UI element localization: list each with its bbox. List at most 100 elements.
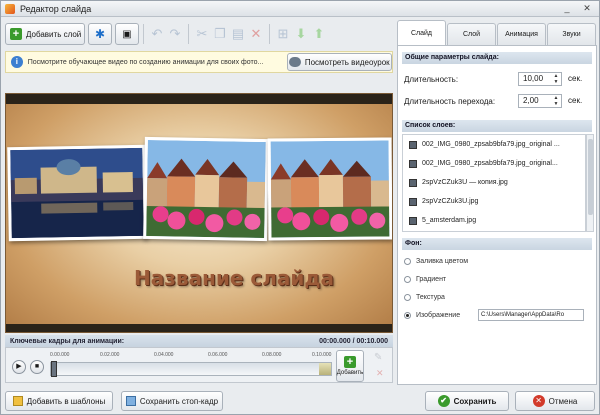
ruler-tick: 0.04.000 [154, 352, 174, 358]
spin-arrows-icon[interactable]: ▲ ▼ [552, 73, 560, 85]
properties-tabs: Слайд Слой Анимация Звуки [397, 19, 597, 45]
paste-icon[interactable]: ▤ [229, 24, 247, 44]
background-header: Фон: [402, 238, 592, 250]
copy-icon[interactable]: ❐ [211, 24, 229, 44]
transition-value: 2,00 [523, 96, 539, 105]
duration-unit: сек. [568, 74, 583, 83]
bg-option-gradient[interactable]: Градиент [404, 272, 590, 286]
undo-icon[interactable]: ↶ [148, 24, 166, 44]
radio-button-selected[interactable] [404, 311, 411, 319]
effects-button[interactable]: ✱ [88, 23, 112, 45]
timeline-ruler: 0.00.000 0.02.000 0.04.000 0.06.000 0.08… [50, 352, 332, 360]
bg-option-texture[interactable]: Текстура [404, 290, 590, 304]
image-layer-icon [409, 178, 417, 187]
layer-name: 5_amsterdam.jpg [422, 217, 477, 224]
list-item[interactable]: 2spVzCZuk3U — копия.jpg [403, 173, 585, 192]
delete-keyframe-icon[interactable]: ✕ [376, 368, 384, 379]
add-to-templates-button[interactable]: Добавить в шаблоны [5, 391, 113, 411]
bottom-bar: Добавить в шаблоны Сохранить стоп-кадр ✔… [1, 387, 599, 415]
tutorial-info-bar: i Посмотрите обучающее видео по созданию… [5, 51, 393, 73]
edit-keyframe-icon[interactable]: ✎ [374, 352, 382, 363]
background-image-path[interactable]: C:\Users\Manager\AppData\Ro [478, 309, 584, 321]
photo-dresden[interactable] [7, 144, 147, 242]
save-frame-button[interactable]: Сохранить стоп-кадр [121, 391, 223, 411]
radio-button[interactable] [404, 275, 411, 283]
keyframe-end-marker[interactable] [319, 363, 331, 375]
minimize-icon[interactable]: _ [559, 3, 575, 15]
add-keyframe-label: Добавить [336, 370, 364, 376]
close-icon[interactable]: ✕ [579, 3, 595, 15]
tab-sounds[interactable]: Звуки [547, 23, 596, 45]
window-title: Редактор слайда [20, 3, 92, 14]
list-item[interactable]: 002_IMG_0980_zpsab9bfa79.jpg_original... [403, 154, 585, 173]
dresden-image [10, 147, 144, 239]
delete-icon[interactable]: ✕ [247, 24, 265, 44]
media-button[interactable]: ▣ [115, 23, 139, 45]
canal-houses-copy-image [270, 140, 390, 238]
cancel-icon: ✕ [532, 395, 545, 407]
bg-option-color[interactable]: Заливка цветом [404, 254, 590, 268]
redo-icon[interactable]: ↷ [166, 24, 184, 44]
image-layer-icon [409, 197, 417, 206]
layer-name: 002_IMG_0980_zpsab9bfa79.jpg_original ..… [422, 141, 560, 148]
save-button[interactable]: ✔ Сохранить [425, 391, 509, 411]
template-icon [12, 396, 23, 406]
list-item[interactable]: 5_amsterdam.jpg [403, 211, 585, 230]
photo-canal-houses-copy[interactable] [267, 137, 392, 241]
duration-spinner[interactable]: 10,00 ▲ ▼ [518, 72, 562, 86]
ruler-tick: 0.00.000 [50, 352, 70, 358]
app-icon [5, 3, 15, 14]
toolbar-divider [269, 24, 270, 44]
keyframe-track[interactable] [50, 361, 332, 377]
watch-video-label: Посмотреть видеоурок [304, 57, 390, 67]
bg-option-label: Заливка цветом [416, 257, 469, 265]
move-up-icon[interactable]: ⬆ [310, 24, 328, 44]
canal-houses-image [146, 139, 266, 239]
layers-scrollbar[interactable] [586, 134, 594, 232]
move-down-icon[interactable]: ⬇ [292, 24, 310, 44]
tab-slide[interactable]: Слайд [397, 20, 446, 45]
bg-option-label: Градиент [416, 275, 447, 283]
checkmark-icon: ✔ [437, 395, 450, 407]
add-green-icon: + [10, 28, 22, 40]
align-icon[interactable]: ⊞ [274, 24, 292, 44]
spin-arrows-icon[interactable]: ▲ ▼ [552, 95, 560, 107]
radio-button[interactable] [404, 293, 411, 301]
scrollbar-thumb[interactable] [588, 139, 593, 215]
list-item[interactable]: 2spVzCZuk3U.jpg [403, 192, 585, 211]
cancel-label: Отмена [548, 396, 578, 406]
transition-unit: сек. [568, 96, 583, 105]
stop-button[interactable]: ■ [30, 360, 44, 374]
camera-icon: ▣ [122, 28, 132, 40]
radio-button[interactable] [404, 257, 411, 265]
ruler-tick: 0.10.000 [312, 352, 332, 358]
playhead-marker[interactable] [51, 361, 57, 377]
layer-name: 2spVzCZuk3U — копия.jpg [422, 179, 508, 186]
layer-name: 002_IMG_0980_zpsab9bfa79.jpg_original... [422, 160, 558, 167]
layers-header: Список слоев: [402, 120, 592, 132]
image-icon [125, 396, 136, 406]
layer-name: 2spVzCZuk3U.jpg [422, 198, 479, 205]
add-keyframe-button[interactable]: + Добавить [336, 350, 364, 382]
add-layer-button[interactable]: + Добавить слой [5, 23, 85, 45]
photo-canal-houses[interactable] [143, 136, 269, 242]
play-icon: ▶ [16, 363, 22, 370]
cut-icon[interactable]: ✂ [193, 24, 211, 44]
transition-spinner[interactable]: 2,00 ▲ ▼ [518, 94, 562, 108]
layers-list: 002_IMG_0980_zpsab9bfa79.jpg_original ..… [402, 134, 586, 232]
list-item[interactable]: 002_IMG_0980_zpsab9bfa79.jpg_original ..… [403, 135, 585, 154]
save-label: Сохранить [453, 396, 497, 406]
cancel-button[interactable]: ✕ Отмена [515, 391, 595, 411]
play-button[interactable]: ▶ [12, 360, 26, 374]
duration-row: Длительность: [404, 72, 590, 86]
bg-option-label: Изображение [416, 311, 461, 319]
bottom-border-strip [6, 324, 392, 332]
slide-title-text[interactable]: Название слайда [134, 266, 334, 290]
watch-video-button[interactable]: Посмотреть видеоурок [286, 53, 392, 71]
slide-preview[interactable]: Название слайда [5, 93, 393, 333]
toolbar-divider [143, 24, 144, 44]
stop-icon: ■ [34, 363, 40, 370]
tab-layer[interactable]: Слой [447, 23, 496, 45]
tab-animation[interactable]: Анимация [497, 23, 546, 45]
ruler-tick: 0.08.000 [262, 352, 282, 358]
